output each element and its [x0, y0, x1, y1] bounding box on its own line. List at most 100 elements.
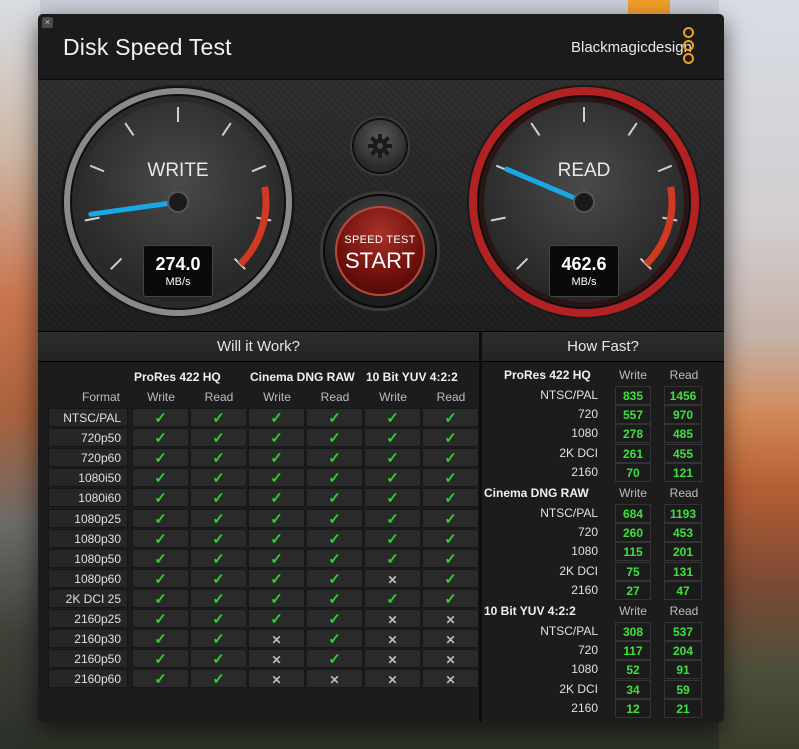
wiw-cell: ✓ — [132, 488, 189, 508]
wiw-cell: ✓ — [190, 408, 247, 427]
hf-write-value: 115 — [615, 542, 651, 562]
wiw-cell: ✓ — [248, 448, 305, 468]
checkmark-icon: ✓ — [270, 590, 283, 608]
blackmagic-logo-icon — [683, 27, 694, 66]
wiw-cell: ✓ — [306, 649, 363, 669]
wiw-cell: ✓ — [306, 448, 363, 468]
hf-row-label: NTSC/PAL — [540, 388, 598, 402]
checkmark-icon: ✓ — [154, 631, 167, 649]
start-button-caption: SPEED TEST — [344, 234, 416, 246]
checkmark-icon: ✓ — [212, 450, 225, 468]
checkmark-icon: ✓ — [154, 410, 167, 427]
hf-row-label: 2K DCI — [559, 445, 598, 460]
checkmark-icon: ✓ — [154, 570, 167, 588]
wiw-column-header: Write — [379, 390, 407, 404]
wiw-cell: ✓ — [422, 448, 479, 468]
wiw-row-label: 2160p25 — [48, 609, 128, 628]
checkmark-icon: ✓ — [444, 490, 457, 508]
wiw-cell: ✓ — [306, 629, 363, 649]
checkmark-icon: ✓ — [328, 631, 341, 649]
wiw-cell: ✓ — [422, 528, 479, 548]
hf-row-label: 2160 — [571, 464, 598, 479]
hf-row-label: NTSC/PAL — [540, 506, 598, 520]
settings-button[interactable] — [352, 118, 408, 174]
brand-name: Blackmagicdesign — [571, 39, 692, 56]
write-gauge-label: WRITE — [147, 160, 209, 181]
wiw-cell: ✓ — [306, 428, 363, 448]
checkmark-icon: ✓ — [154, 510, 167, 528]
hf-read-value: 91 — [664, 660, 702, 680]
cross-icon: ✕ — [387, 673, 398, 688]
wiw-cell: ✓ — [248, 408, 305, 427]
wiw-row-label: 720p60 — [48, 448, 128, 468]
disk-speed-test-window: × Disk Speed Test Blackmagicdesign WRITE… — [38, 14, 724, 722]
speed-test-start-button[interactable]: SPEED TEST START — [323, 194, 437, 308]
checkmark-icon: ✓ — [444, 570, 457, 588]
write-speed-value: 274.0 — [155, 254, 201, 274]
checkmark-icon: ✓ — [328, 651, 341, 669]
checkmark-icon: ✓ — [154, 590, 167, 608]
checkmark-icon: ✓ — [328, 450, 341, 468]
wiw-cell: ✓ — [306, 528, 363, 548]
hf-read-value: 455 — [664, 443, 702, 463]
hf-read-value: 485 — [664, 424, 702, 444]
wiw-cell: ✓ — [422, 548, 479, 568]
checkmark-icon: ✓ — [154, 651, 167, 669]
wiw-cell: ✓ — [190, 508, 247, 528]
title-bar: × Disk Speed Test Blackmagicdesign — [38, 14, 724, 80]
start-button-face[interactable]: SPEED TEST START — [335, 206, 425, 296]
checkmark-icon: ✓ — [154, 430, 167, 448]
checkmark-icon: ✓ — [154, 450, 167, 468]
hf-column-header: Read — [669, 368, 699, 382]
cross-icon: ✕ — [445, 653, 456, 668]
wiw-cell: ✓ — [306, 408, 363, 427]
wiw-cell: ✕ — [364, 609, 421, 628]
wiw-cell: ✓ — [306, 568, 363, 588]
checkmark-icon: ✓ — [386, 410, 399, 427]
wiw-cell: ✓ — [364, 488, 421, 508]
will-it-work-heading: Will it Work? — [38, 332, 479, 362]
checkmark-icon: ✓ — [154, 671, 167, 689]
close-icon[interactable]: × — [42, 17, 53, 28]
checkmark-icon: ✓ — [154, 470, 167, 488]
wiw-cell: ✓ — [248, 548, 305, 568]
wiw-cell: ✓ — [422, 468, 479, 488]
wiw-cell: ✓ — [422, 588, 479, 608]
wiw-cell: ✓ — [306, 468, 363, 488]
hf-row-label: NTSC/PAL — [540, 624, 598, 638]
cross-icon: ✕ — [387, 572, 398, 587]
wiw-cell: ✓ — [190, 649, 247, 669]
checkmark-icon: ✓ — [444, 530, 457, 548]
hf-column-header: Read — [669, 604, 699, 618]
checkmark-icon: ✓ — [270, 611, 283, 628]
wiw-cell: ✓ — [306, 588, 363, 608]
hf-column-header: Read — [669, 486, 699, 500]
cross-icon: ✕ — [445, 633, 456, 648]
hf-column-header: Write — [619, 604, 647, 618]
wiw-cell: ✓ — [132, 609, 189, 628]
checkmark-icon: ✓ — [270, 470, 283, 488]
gear-icon — [368, 134, 392, 158]
read-gauge-label: READ — [557, 160, 611, 181]
wiw-cell: ✓ — [248, 588, 305, 608]
checkmark-icon: ✓ — [270, 410, 283, 427]
wiw-row-label: 2160p30 — [48, 629, 128, 649]
wiw-format-header: Format — [81, 390, 120, 404]
cross-icon: ✕ — [445, 613, 456, 627]
hf-read-value: 121 — [664, 462, 702, 482]
wiw-column-header: Write — [147, 390, 175, 404]
checkmark-icon: ✓ — [270, 430, 283, 448]
read-speed-unit: MB/s — [571, 276, 597, 288]
wiw-column-header: Write — [263, 390, 291, 404]
hf-group-header: Cinema DNG RAW — [484, 486, 589, 500]
wiw-cell: ✓ — [132, 448, 189, 468]
wiw-cell: ✓ — [132, 408, 189, 427]
wiw-cell: ✓ — [190, 468, 247, 488]
checkmark-icon: ✓ — [328, 430, 341, 448]
wiw-cell: ✕ — [364, 568, 421, 588]
wiw-cell: ✓ — [248, 528, 305, 548]
hf-row-label: 1080 — [571, 662, 598, 677]
cross-icon: ✕ — [387, 633, 398, 648]
hf-read-value: 21 — [664, 698, 702, 718]
wiw-row-label: NTSC/PAL — [48, 408, 128, 427]
